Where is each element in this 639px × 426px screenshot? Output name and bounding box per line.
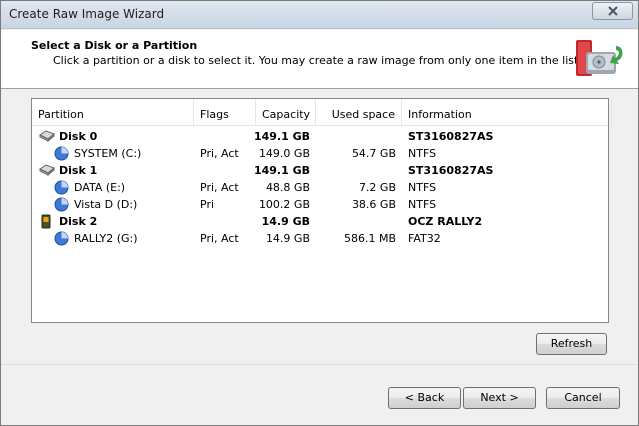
row-capacity: 100.2 GB [258,198,310,211]
row-flags: Pri [200,198,215,211]
column-header-partition[interactable]: Partition [32,99,194,126]
partition-list[interactable]: Partition Flags Capacity Used space Info… [31,98,612,323]
row-used-space: 38.6 GB [351,198,396,211]
column-header-flags[interactable]: Flags [194,99,256,126]
row-information: NTFS [408,147,437,160]
row-name: Vista D (D:) [74,198,138,211]
row-capacity: 14.9 GB [265,232,310,245]
partition-icon [54,180,69,195]
partition-icon [54,146,69,161]
column-header-information[interactable]: Information [402,99,612,126]
window-title: Create Raw Image Wizard [9,7,165,21]
partition-icon [54,197,69,212]
page-subtitle: Click a partition or a disk to select it… [53,54,582,67]
usb-drive-icon [41,214,51,229]
wizard-header: Select a Disk or a Partition Click a par… [1,30,638,89]
row-name: RALLY2 (G:) [74,232,138,245]
row-used-space: 54.7 GB [351,147,396,160]
table-row[interactable]: Vista D (D:) Pri 100.2 GB 38.6 GB NTFS [32,196,608,213]
hard-disk-icon [39,164,55,177]
wizard-window: Create Raw Image Wizard Select a Disk or… [0,0,639,426]
column-header-used-space[interactable]: Used space [316,99,402,126]
footer-divider [1,364,638,365]
row-name: Disk 1 [59,164,98,177]
column-header-capacity[interactable]: Capacity [256,99,316,126]
column-header-row: Partition Flags Capacity Used space Info… [32,99,612,126]
row-name: DATA (E:) [74,181,126,194]
row-flags: Pri, Act [200,232,239,245]
row-information: NTFS [408,198,437,211]
row-flags: Pri, Act [200,147,239,160]
close-icon [607,6,618,16]
row-information: FAT32 [408,232,441,245]
cancel-button[interactable]: Cancel [546,387,620,409]
table-row[interactable]: SYSTEM (C:) Pri, Act 149.0 GB 54.7 GB NT… [32,145,608,162]
row-information: OCZ RALLY2 [408,215,483,228]
table-row[interactable]: Disk 2 14.9 GB OCZ RALLY2 [32,213,608,230]
partition-icon [54,231,69,246]
row-information: NTFS [408,181,437,194]
refresh-button[interactable]: Refresh [536,333,607,355]
partition-rows: Disk 0 149.1 GB ST3160827AS SYSTEM (C:) … [32,128,608,247]
row-name: SYSTEM (C:) [74,147,142,160]
row-used-space: 7.2 GB [358,181,396,194]
row-capacity: 149.1 GB [253,130,310,143]
row-flags: Pri, Act [200,181,239,194]
next-button[interactable]: Next > [463,387,536,409]
table-row[interactable]: Disk 0 149.1 GB ST3160827AS [32,128,608,145]
title-bar: Create Raw Image Wizard [1,1,638,29]
row-name: Disk 2 [59,215,98,228]
back-button[interactable]: < Back [388,387,461,409]
row-capacity: 14.9 GB [261,215,310,228]
table-row[interactable]: DATA (E:) Pri, Act 48.8 GB 7.2 GB NTFS [32,179,608,196]
row-information: ST3160827AS [408,164,494,177]
row-capacity: 149.0 GB [258,147,310,160]
table-row[interactable]: Disk 1 149.1 GB ST3160827AS [32,162,608,179]
row-used-space: 586.1 MB [343,232,396,245]
row-capacity: 149.1 GB [253,164,310,177]
disk-image-wizard-icon [576,40,623,76]
close-button[interactable] [592,2,633,20]
row-capacity: 48.8 GB [265,181,310,194]
row-name: Disk 0 [59,130,98,143]
page-title: Select a Disk or a Partition [31,39,198,52]
table-row[interactable]: RALLY2 (G:) Pri, Act 14.9 GB 586.1 MB FA… [32,230,608,247]
hard-disk-icon [39,130,55,143]
row-information: ST3160827AS [408,130,494,143]
